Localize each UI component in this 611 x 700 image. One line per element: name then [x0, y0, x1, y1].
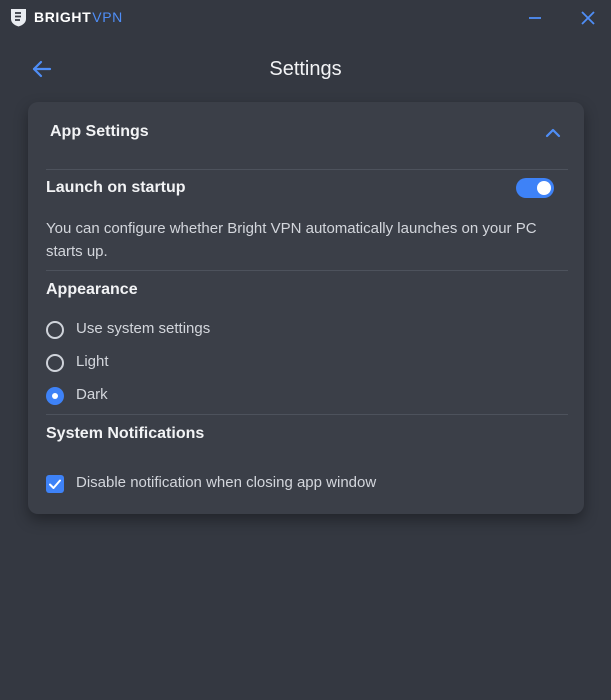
chevron-up-icon: [545, 128, 561, 138]
radio-light[interactable]: Light: [46, 351, 346, 375]
app-window: BRIGHTVPN Settings App Settings Launch o…: [0, 0, 611, 700]
radio-label: Use system settings: [76, 320, 211, 337]
toggle-knob: [537, 181, 551, 195]
radio-button[interactable]: [46, 354, 64, 372]
title-bar: BRIGHTVPN: [0, 0, 611, 36]
divider: [46, 169, 568, 170]
checkmark-icon: [49, 479, 61, 489]
brand-name: BRIGHTVPN: [34, 9, 123, 25]
app-settings-header[interactable]: App Settings: [28, 102, 584, 164]
divider: [46, 270, 568, 271]
radio-button-selected[interactable]: [46, 387, 64, 405]
radio-dark[interactable]: Dark: [46, 384, 346, 408]
disable-notification-checkbox-row[interactable]: Disable notification when closing app wi…: [46, 472, 466, 496]
minimize-icon: [529, 17, 541, 19]
system-notifications-title: System Notifications: [46, 425, 205, 442]
disable-notification-checkbox[interactable]: [46, 475, 64, 493]
card-title: App Settings: [50, 123, 149, 140]
disable-notification-label: Disable notification when closing app wi…: [76, 474, 377, 491]
brand-name-part2: VPN: [92, 9, 123, 25]
page-title: Settings: [269, 58, 342, 80]
launch-on-startup-label: Launch on startup: [46, 179, 186, 196]
appearance-title: Appearance: [46, 281, 138, 298]
launch-on-startup-toggle[interactable]: [516, 178, 554, 198]
launch-on-startup-description: You can configure whether Bright VPN aut…: [46, 220, 537, 260]
bright-vpn-logo: [11, 9, 26, 27]
app-settings-card: App Settings Launch on startup You can c…: [28, 102, 584, 514]
radio-label: Light: [76, 353, 109, 370]
minimize-button[interactable]: [523, 6, 547, 30]
radio-button[interactable]: [46, 321, 64, 339]
divider: [46, 414, 568, 415]
brand-name-part1: BRIGHT: [34, 9, 92, 25]
radio-label: Dark: [76, 386, 108, 403]
close-icon: [581, 11, 595, 25]
close-window-button[interactable]: [576, 6, 600, 30]
radio-use-system-settings[interactable]: Use system settings: [46, 318, 346, 342]
